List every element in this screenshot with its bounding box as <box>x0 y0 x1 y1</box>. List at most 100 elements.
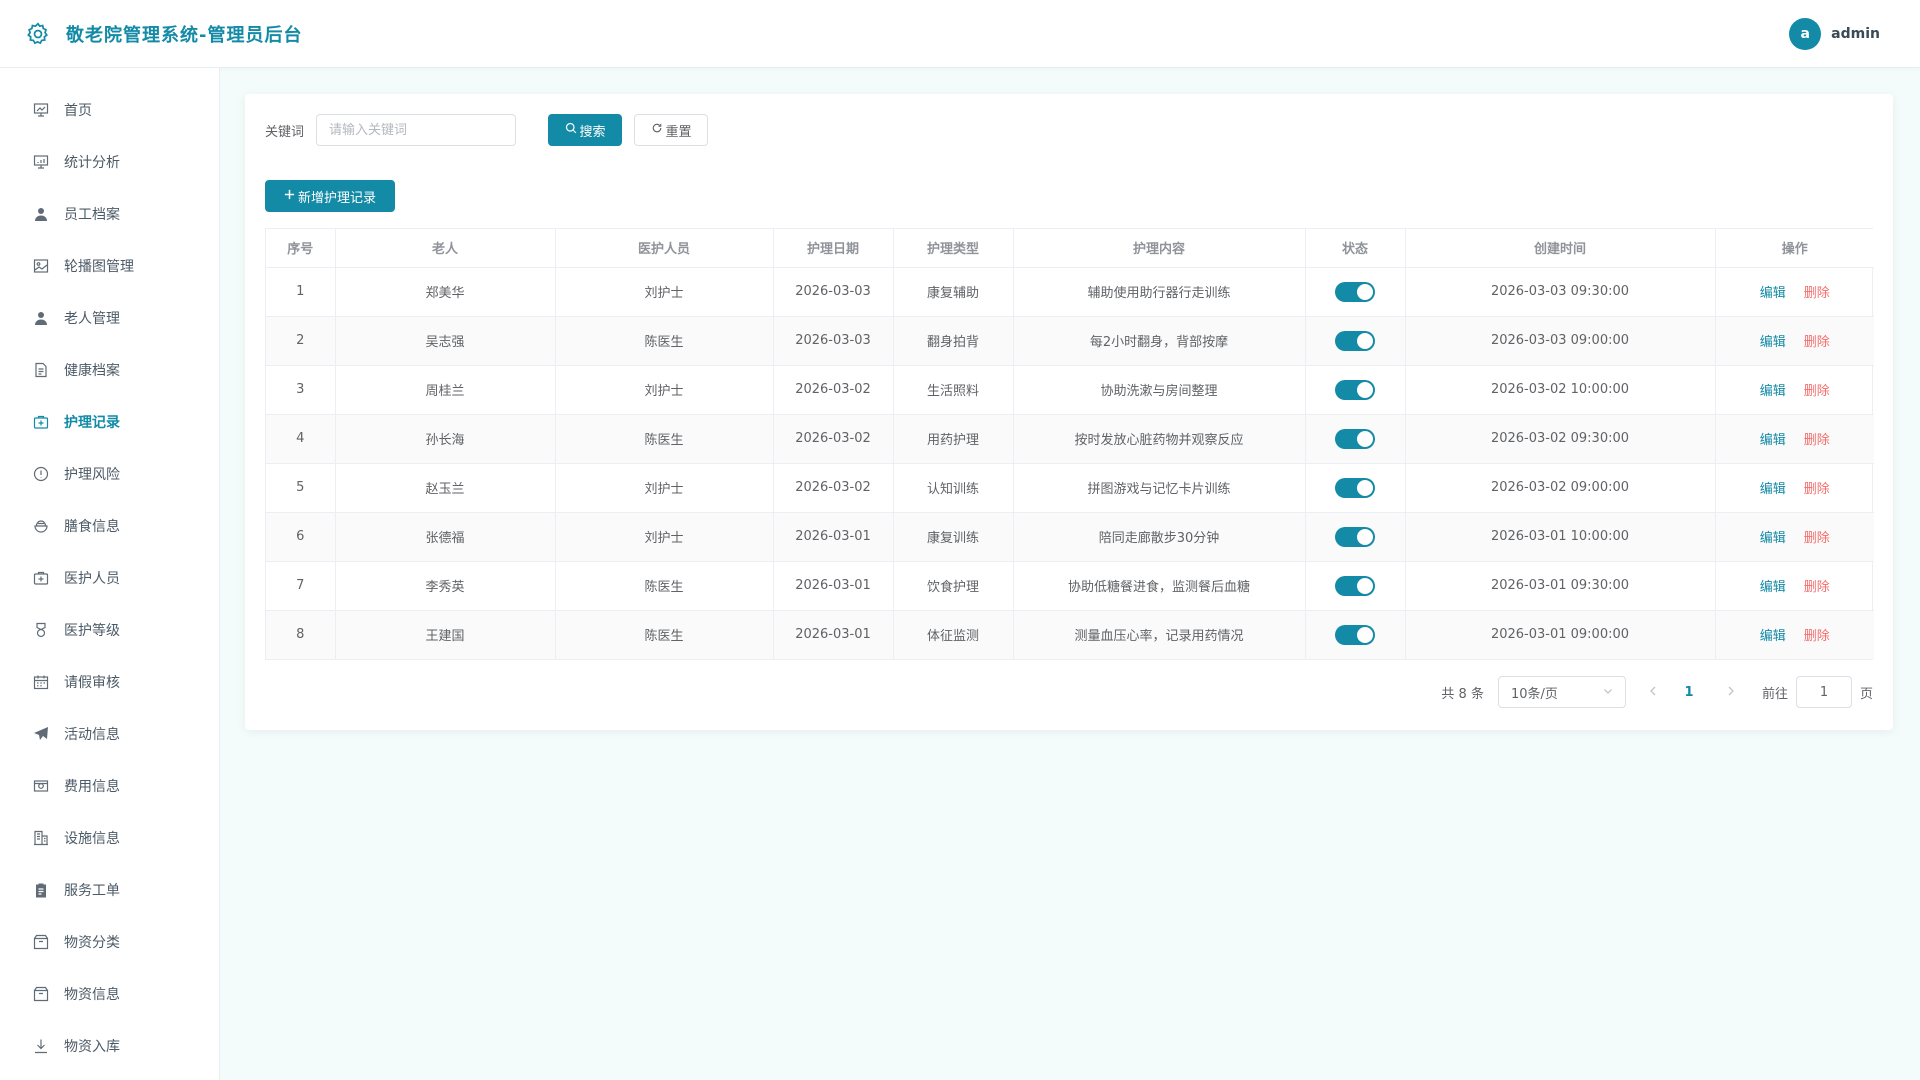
sidebar-item-label: 医护等级 <box>64 623 120 639</box>
care-date: 2026-03-03 <box>773 267 894 317</box>
sidebar-item[interactable]: 员工档案 <box>0 188 219 240</box>
edit-link[interactable]: 编辑 <box>1760 335 1786 350</box>
sidebar-item[interactable]: 护理风险 <box>0 448 219 500</box>
col-header-no: 序号 <box>266 229 336 268</box>
username[interactable]: admin <box>1831 26 1880 42</box>
first-aid-kit-icon <box>32 569 50 587</box>
delete-link[interactable]: 删除 <box>1804 531 1830 546</box>
created-time: 2026-03-01 09:30:00 <box>1405 561 1716 611</box>
table-row: 5 赵玉兰 刘护士 2026-03-02 认知训练 拼图游戏与记忆卡片训练 2026-03-… <box>266 463 1874 513</box>
sidebar-item[interactable]: 健康档案 <box>0 344 219 396</box>
top-header: 敬老院管理系统-管理员后台 a admin <box>0 0 1920 68</box>
edit-link[interactable]: 编辑 <box>1760 433 1786 448</box>
table-row: 2 吴志强 陈医生 2026-03-03 翻身拍背 每2小时翻身，背部按摩 2026-03-… <box>266 316 1874 366</box>
actions-cell: 编辑 删除 <box>1715 414 1874 464</box>
edit-link[interactable]: 编辑 <box>1760 629 1786 644</box>
sidebar-item-label: 费用信息 <box>64 779 120 795</box>
user-icon <box>32 205 50 223</box>
sidebar-item-label: 服务工单 <box>64 883 120 899</box>
goto-label: 前往 <box>1761 686 1788 702</box>
delete-link[interactable]: 删除 <box>1804 629 1830 644</box>
sidebar-item[interactable]: 活动信息 <box>0 708 219 760</box>
sidebar-item[interactable]: 费用信息 <box>0 760 219 812</box>
delete-link[interactable]: 删除 <box>1804 433 1830 448</box>
delete-link[interactable]: 删除 <box>1804 482 1830 497</box>
status-cell <box>1305 316 1406 366</box>
document-icon <box>32 361 50 379</box>
add-record-button[interactable]: 新增护理记录 <box>265 180 395 212</box>
sidebar-item[interactable]: 物资信息 <box>0 968 219 1020</box>
prev-page-icon[interactable] <box>1640 685 1666 700</box>
sidebar-item[interactable]: 物资分类 <box>0 916 219 968</box>
sidebar-item[interactable]: 医护人员 <box>0 552 219 604</box>
edit-link[interactable]: 编辑 <box>1760 580 1786 595</box>
first-aid-kit-icon <box>32 413 50 431</box>
row-index: 7 <box>266 561 336 611</box>
reset-button[interactable]: 重置 <box>634 114 709 146</box>
status-toggle[interactable] <box>1335 624 1375 645</box>
app-title: 敬老院管理系统-管理员后台 <box>66 24 303 46</box>
picture-icon <box>32 257 50 275</box>
edit-link[interactable]: 编辑 <box>1760 482 1786 497</box>
elder-name: 周桂兰 <box>335 365 556 415</box>
status-toggle[interactable] <box>1335 281 1375 302</box>
next-page-icon[interactable] <box>1718 685 1744 700</box>
staff-name: 陈医生 <box>555 414 774 464</box>
search-button[interactable]: 搜索 <box>548 114 623 146</box>
sidebar-item[interactable]: 膳食信息 <box>0 500 219 552</box>
delete-link[interactable]: 删除 <box>1804 286 1830 301</box>
sidebar-item[interactable]: 首页 <box>0 84 219 136</box>
sidebar-item-label: 老人管理 <box>64 311 120 327</box>
status-toggle[interactable] <box>1335 330 1375 351</box>
edit-link[interactable]: 编辑 <box>1760 531 1786 546</box>
sidebar-item[interactable]: 请假审核 <box>0 656 219 708</box>
user-icon <box>32 309 50 327</box>
edit-link[interactable]: 编辑 <box>1760 286 1786 301</box>
table-header-row: 序号 老人 医护人员 护理日期 护理类型 护理内容 状态 创建时间 操作 <box>266 229 1874 268</box>
created-time: 2026-03-02 10:00:00 <box>1405 365 1716 415</box>
sidebar-item-label: 轮播图管理 <box>64 259 134 275</box>
staff-name: 陈医生 <box>555 561 774 611</box>
edit-link[interactable]: 编辑 <box>1760 384 1786 399</box>
elder-name: 赵玉兰 <box>335 463 556 513</box>
status-toggle[interactable] <box>1335 477 1375 498</box>
sidebar-item[interactable]: 设施信息 <box>0 812 219 864</box>
actions-cell: 编辑 删除 <box>1715 267 1874 317</box>
box-icon <box>32 933 50 951</box>
user-menu[interactable]: a admin <box>1789 17 1920 50</box>
sidebar-item[interactable]: 医护等级 <box>0 604 219 656</box>
sidebar-item[interactable]: 老人管理 <box>0 292 219 344</box>
status-toggle[interactable] <box>1335 526 1375 547</box>
care-content: 协助洗漱与房间整理 <box>1013 365 1306 415</box>
search-input[interactable] <box>316 114 517 146</box>
sidebar-item-label: 统计分析 <box>64 155 120 171</box>
status-toggle[interactable] <box>1335 428 1375 449</box>
col-header-status: 状态 <box>1305 229 1406 268</box>
page-size-select[interactable]: 10条/页 <box>1497 676 1626 708</box>
search-bar: 关键词 搜索 重置 <box>265 114 709 146</box>
col-header-type: 护理类型 <box>893 229 1014 268</box>
sidebar-item-label: 请假审核 <box>64 675 120 691</box>
sidebar-item-label: 健康档案 <box>64 363 120 379</box>
status-cell <box>1305 512 1406 562</box>
goto-page-input[interactable] <box>1795 676 1852 708</box>
sidebar-item[interactable]: 护理记录 <box>0 396 219 448</box>
page-number-current[interactable]: 1 <box>1674 685 1704 700</box>
send-icon <box>32 725 50 743</box>
avatar[interactable]: a <box>1789 17 1822 50</box>
sidebar-item[interactable]: 服务工单 <box>0 864 219 916</box>
status-toggle[interactable] <box>1335 575 1375 596</box>
delete-link[interactable]: 删除 <box>1804 580 1830 595</box>
delete-link[interactable]: 删除 <box>1804 335 1830 350</box>
col-header-actions: 操作 <box>1715 229 1874 268</box>
delete-link[interactable]: 删除 <box>1804 384 1830 399</box>
col-header-date: 护理日期 <box>773 229 894 268</box>
sidebar-item[interactable]: 统计分析 <box>0 136 219 188</box>
plus-icon <box>284 189 298 204</box>
sidebar-item-label: 设施信息 <box>64 831 120 847</box>
sidebar-item[interactable]: 轮播图管理 <box>0 240 219 292</box>
sidebar-item[interactable]: 物资入库 <box>0 1020 219 1072</box>
care-date: 2026-03-01 <box>773 561 894 611</box>
care-date: 2026-03-02 <box>773 414 894 464</box>
status-toggle[interactable] <box>1335 379 1375 400</box>
